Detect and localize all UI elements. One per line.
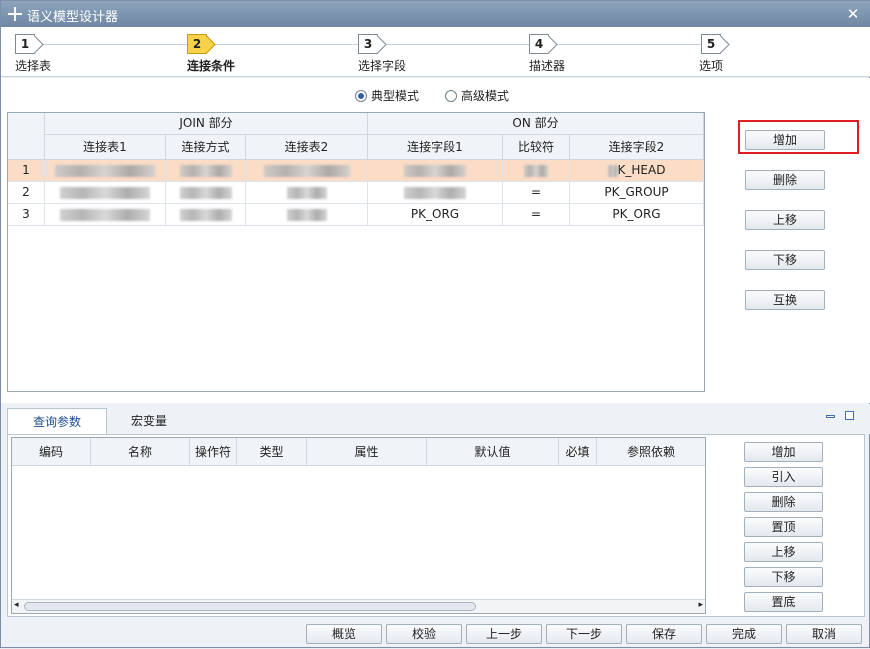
- radio-dot-icon: [445, 89, 457, 102]
- column-header[interactable]: 参照依赖: [597, 438, 705, 466]
- scroll-right-icon[interactable]: ▸: [698, 600, 703, 610]
- row-number: 3: [8, 204, 45, 226]
- delete-button[interactable]: 删除: [745, 170, 825, 190]
- close-icon[interactable]: ✕: [843, 4, 863, 24]
- redacted-cell: [166, 182, 246, 204]
- table-row[interactable]: 1 K_HEAD: [8, 160, 704, 182]
- title-bar: 语义模型设计器 ✕: [1, 1, 870, 27]
- column-header[interactable]: 比较符: [503, 135, 570, 160]
- bottom-tabs: 查询参数 宏变量: [1, 404, 870, 434]
- join-table: JOIN 部分 ON 部分 连接表1 连接方式 连接表2 连接字段1 比较符 连…: [7, 112, 705, 392]
- column-header[interactable]: 连接表2: [246, 135, 368, 160]
- comparator-cell: [503, 160, 570, 182]
- window-title: 语义模型设计器: [27, 10, 119, 25]
- column-header[interactable]: 编码: [12, 438, 91, 466]
- redacted-cell: [246, 160, 368, 182]
- param-add-button[interactable]: 增加: [744, 442, 823, 462]
- next-button[interactable]: 下一步: [546, 624, 622, 644]
- maximize-icon[interactable]: [845, 411, 854, 420]
- typical-mode-radio[interactable]: 典型模式: [355, 87, 419, 104]
- highlight-box: [738, 120, 859, 154]
- join-group-header: JOIN 部分: [45, 113, 368, 135]
- tab-query-params[interactable]: 查询参数: [7, 408, 107, 434]
- param-down-button[interactable]: 下移: [744, 567, 823, 587]
- redacted-cell: [166, 204, 246, 226]
- param-up-button[interactable]: 上移: [744, 542, 823, 562]
- finish-button[interactable]: 完成: [706, 624, 782, 644]
- row-number: 1: [8, 160, 45, 182]
- comparator-cell: =: [503, 204, 570, 226]
- cancel-button[interactable]: 取消: [786, 624, 862, 644]
- footer-bar: 概览 校验 上一步 下一步 保存 完成 取消: [1, 619, 870, 649]
- wizard-steps: 1 选择表 2 连接条件 3 选择字段 4 描述器 5 选项: [1, 27, 870, 77]
- column-header[interactable]: 必填: [559, 438, 597, 466]
- column-header[interactable]: 连接字段2: [570, 135, 704, 160]
- column-header[interactable]: 连接字段1: [368, 135, 503, 160]
- step-label: 选择表: [15, 59, 52, 73]
- redacted-cell: [246, 182, 368, 204]
- preview-button[interactable]: 概览: [306, 624, 382, 644]
- comparator-cell: =: [503, 182, 570, 204]
- param-delete-button[interactable]: 删除: [744, 492, 823, 512]
- redacted-cell: [45, 204, 166, 226]
- step-number: 2: [192, 37, 202, 51]
- step-number: 5: [706, 37, 716, 51]
- row-number: 2: [8, 182, 45, 204]
- advanced-mode-radio[interactable]: 高级模式: [445, 87, 509, 104]
- query-params-panel: 编码 名称 操作符 类型 属性 默认值 必填 参照依赖 ◂ ▸ 增加 引入 删除…: [7, 434, 865, 617]
- typical-mode-label: 典型模式: [371, 89, 420, 103]
- field1-cell: PK_ORG: [368, 204, 503, 226]
- param-top-button[interactable]: 置顶: [744, 517, 823, 537]
- horizontal-scrollbar[interactable]: ◂ ▸: [12, 599, 705, 613]
- app-icon: [8, 7, 22, 21]
- on-group-header: ON 部分: [368, 113, 704, 135]
- column-header[interactable]: 连接方式: [166, 135, 246, 160]
- row-number-header: [8, 113, 45, 160]
- minimize-icon[interactable]: [826, 415, 835, 418]
- redacted-cell: [45, 160, 166, 182]
- validate-button[interactable]: 校验: [386, 624, 462, 644]
- redacted-cell: [368, 160, 503, 182]
- move-up-button[interactable]: 上移: [745, 210, 825, 230]
- step-label: 连接条件: [187, 59, 236, 73]
- radio-dot-icon: [355, 89, 367, 102]
- column-header[interactable]: 属性: [307, 438, 427, 466]
- column-header[interactable]: 默认值: [427, 438, 559, 466]
- step-label: 描述器: [529, 59, 566, 73]
- column-header[interactable]: 连接表1: [45, 135, 166, 160]
- save-button[interactable]: 保存: [626, 624, 702, 644]
- param-import-button[interactable]: 引入: [744, 467, 823, 487]
- step-number: 4: [534, 37, 544, 51]
- column-header[interactable]: 类型: [237, 438, 307, 466]
- semantic-model-designer-window: 语义模型设计器 ✕ 1 选择表 2 连接条件 3 选择字段 4 描述器 5 选项…: [0, 0, 870, 648]
- step-number: 3: [363, 37, 373, 51]
- prev-button[interactable]: 上一步: [466, 624, 542, 644]
- redacted-cell: [368, 182, 503, 204]
- field2-cell: PK_ORG: [570, 204, 704, 226]
- step-number: 1: [20, 37, 30, 51]
- param-bottom-button[interactable]: 置底: [744, 592, 823, 612]
- move-down-button[interactable]: 下移: [745, 250, 825, 270]
- scroll-thumb[interactable]: [24, 602, 476, 611]
- table-row[interactable]: 2 = PK_GROUP: [8, 182, 704, 204]
- column-header[interactable]: 名称: [91, 438, 190, 466]
- step-label: 选择字段: [358, 59, 407, 73]
- table-row[interactable]: 3 PK_ORG = PK_ORG: [8, 204, 704, 226]
- redacted-cell: [246, 204, 368, 226]
- step-label: 选项: [699, 59, 724, 73]
- param-table: 编码 名称 操作符 类型 属性 默认值 必填 参照依赖 ◂ ▸: [11, 437, 706, 614]
- tab-macro-vars[interactable]: 宏变量: [109, 408, 189, 434]
- redacted-cell: [45, 182, 166, 204]
- column-header[interactable]: 操作符: [190, 438, 237, 466]
- field2-cell: PK_GROUP: [570, 182, 704, 204]
- advanced-mode-label: 高级模式: [461, 89, 510, 103]
- field2-cell: K_HEAD: [570, 160, 704, 182]
- swap-button[interactable]: 互换: [745, 290, 825, 310]
- redacted-cell: [166, 160, 246, 182]
- scroll-left-icon[interactable]: ◂: [14, 600, 19, 610]
